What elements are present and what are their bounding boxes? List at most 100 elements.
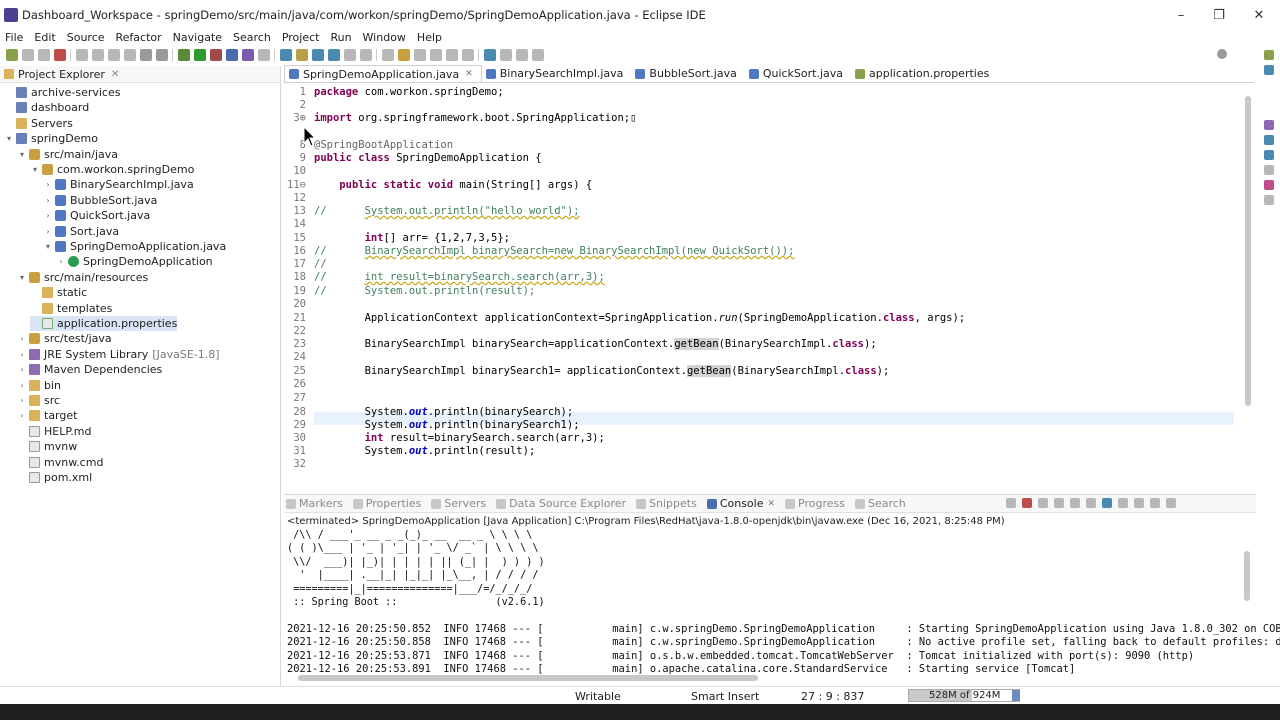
close-tab-icon[interactable]: ✕	[465, 69, 473, 79]
console-vertical-scrollbar[interactable]	[1242, 533, 1252, 671]
toolbar-button-icon[interactable]	[124, 49, 136, 61]
toolbar-button-icon[interactable]	[312, 49, 324, 61]
console-toolbar-icon[interactable]	[1070, 498, 1080, 508]
tree-item[interactable]: templates	[30, 301, 112, 316]
tree-item[interactable]: pom.xml	[17, 470, 92, 485]
expand-toggle-icon[interactable]: ▾	[43, 242, 53, 251]
console-toolbar-icon[interactable]	[1134, 498, 1144, 508]
toolbar-button-icon[interactable]	[156, 49, 168, 61]
toolbar-button-icon[interactable]	[108, 49, 120, 61]
expand-toggle-icon[interactable]: ›	[17, 334, 27, 343]
toolbar-button-icon[interactable]	[54, 49, 66, 61]
console-toolbar-icon[interactable]	[1150, 498, 1160, 508]
tree-item[interactable]: › Sort.java	[43, 224, 119, 239]
close-button[interactable]: ✕	[1240, 0, 1278, 30]
tree-item[interactable]: mvnw	[17, 439, 77, 454]
toolbar-button-icon[interactable]	[6, 49, 18, 61]
editor-horizontal-scrollbar[interactable]	[314, 478, 1234, 488]
editor-vertical-scrollbar[interactable]	[1242, 86, 1254, 481]
console-toolbar-icon[interactable]	[1086, 498, 1096, 508]
expand-toggle-icon[interactable]: ›	[43, 211, 53, 220]
menu-help[interactable]: Help	[417, 31, 442, 44]
side-toolbar-icon[interactable]	[1264, 135, 1274, 145]
tree-item[interactable]: ▾ springDemo	[4, 131, 98, 146]
expand-toggle-icon[interactable]: ›	[43, 196, 53, 205]
toolbar-button-icon[interactable]	[360, 49, 372, 61]
tree-item[interactable]: Servers	[4, 116, 73, 131]
tree-item[interactable]: › Maven Dependencies	[17, 362, 162, 377]
tree-item[interactable]: dashboard	[4, 100, 89, 115]
toolbar-button-icon[interactable]	[446, 49, 458, 61]
toolbar-button-icon[interactable]	[462, 49, 474, 61]
side-toolbar-icon[interactable]	[1264, 120, 1274, 130]
side-toolbar-icon[interactable]	[1264, 180, 1274, 190]
expand-toggle-icon[interactable]: ›	[56, 257, 66, 266]
tree-item[interactable]: › bin	[17, 378, 61, 393]
toolbar-button-icon[interactable]	[22, 49, 34, 61]
explorer-title[interactable]: Project Explorer	[18, 68, 105, 81]
expand-toggle-icon[interactable]: ›	[17, 350, 27, 359]
tree-item[interactable]: static	[30, 285, 87, 300]
toolbar-button-icon[interactable]	[210, 49, 222, 61]
expand-toggle-icon[interactable]: ›	[17, 411, 27, 420]
toolbar-button-icon[interactable]	[296, 49, 308, 61]
console-panel-tab[interactable]: Data Source Explorer	[496, 497, 626, 510]
minimize-button[interactable]: –	[1162, 0, 1200, 30]
console-panel-tab[interactable]: Search	[854, 497, 906, 510]
toolbar-button-icon[interactable]	[532, 49, 544, 61]
expand-toggle-icon[interactable]: ▾	[17, 273, 27, 282]
console-toolbar-icon[interactable]	[1054, 498, 1064, 508]
heap-status[interactable]: 528M of 924M	[908, 689, 1020, 702]
tree-item[interactable]: ▾ SpringDemoApplication.java	[43, 239, 226, 254]
console-panel-tab[interactable]: Properties	[352, 497, 421, 510]
tree-item[interactable]: application.properties	[30, 316, 178, 331]
expand-toggle-icon[interactable]: ▾	[4, 134, 14, 143]
maximize-button[interactable]: ❐	[1200, 0, 1238, 30]
toolbar-button-icon[interactable]	[382, 49, 394, 61]
side-toolbar-icon[interactable]	[1264, 165, 1274, 175]
menu-run[interactable]: Run	[330, 31, 351, 44]
menu-source[interactable]: Source	[67, 31, 105, 44]
editor-tab[interactable]: application.properties	[851, 65, 997, 82]
tree-item[interactable]: archive-services	[4, 85, 120, 100]
toolbar-button-icon[interactable]	[516, 49, 528, 61]
editor-tab[interactable]: QuickSort.java	[745, 65, 851, 82]
trash-icon[interactable]	[1012, 690, 1020, 701]
toolbar-button-icon[interactable]	[430, 49, 442, 61]
console-panel-tab[interactable]: Markers	[286, 497, 343, 510]
console-toolbar-icon[interactable]	[1166, 498, 1176, 508]
toolbar-button-icon[interactable]	[178, 49, 190, 61]
toolbar-button-icon[interactable]	[258, 49, 270, 61]
toolbar-button-icon[interactable]	[344, 49, 356, 61]
expand-toggle-icon[interactable]: ›	[43, 227, 53, 236]
tree-item[interactable]: › SpringDemoApplication	[56, 254, 212, 269]
console-panel-tab[interactable]: Console ✕	[706, 497, 775, 510]
tree-item[interactable]: ▾ com.workon.springDemo	[30, 162, 194, 177]
close-tab-icon[interactable]: ✕	[767, 499, 775, 509]
tree-item[interactable]: › target	[17, 408, 77, 423]
tree-item[interactable]: › src	[17, 393, 60, 408]
toolbar-button-icon[interactable]	[226, 49, 238, 61]
toolbar-button-icon[interactable]	[140, 49, 152, 61]
menu-window[interactable]: Window	[363, 31, 406, 44]
tree-item[interactable]: ▾ src/main/resources	[17, 270, 148, 285]
toolbar-button-icon[interactable]	[280, 49, 292, 61]
expand-toggle-icon[interactable]: ▾	[17, 150, 27, 159]
expand-toggle-icon[interactable]: ›	[17, 381, 27, 390]
toolbar-button-icon[interactable]	[398, 49, 410, 61]
console-panel-tab[interactable]: Snippets	[636, 497, 697, 510]
tree-item[interactable]: › BinarySearchImpl.java	[43, 177, 193, 192]
tree-item[interactable]: mvnw.cmd	[17, 455, 103, 470]
tree-item[interactable]: › JRE System Library [JavaSE-1.8]	[17, 347, 219, 362]
console-toolbar-icon[interactable]	[1006, 498, 1016, 508]
menu-navigate[interactable]: Navigate	[173, 31, 222, 44]
toolbar-button-icon[interactable]	[242, 49, 254, 61]
tree-item[interactable]: › QuickSort.java	[43, 208, 150, 223]
side-toolbar-icon[interactable]	[1264, 195, 1274, 205]
toolbar-button-icon[interactable]	[484, 49, 496, 61]
code-area[interactable]: package com.workon.springDemo; import org…	[314, 86, 1234, 481]
toolbar-button-icon[interactable]	[414, 49, 426, 61]
side-toolbar-icon[interactable]	[1264, 65, 1274, 75]
editor-tab[interactable]: SpringDemoApplication.java ✕	[284, 65, 482, 82]
toolbar-button-icon[interactable]	[500, 49, 512, 61]
